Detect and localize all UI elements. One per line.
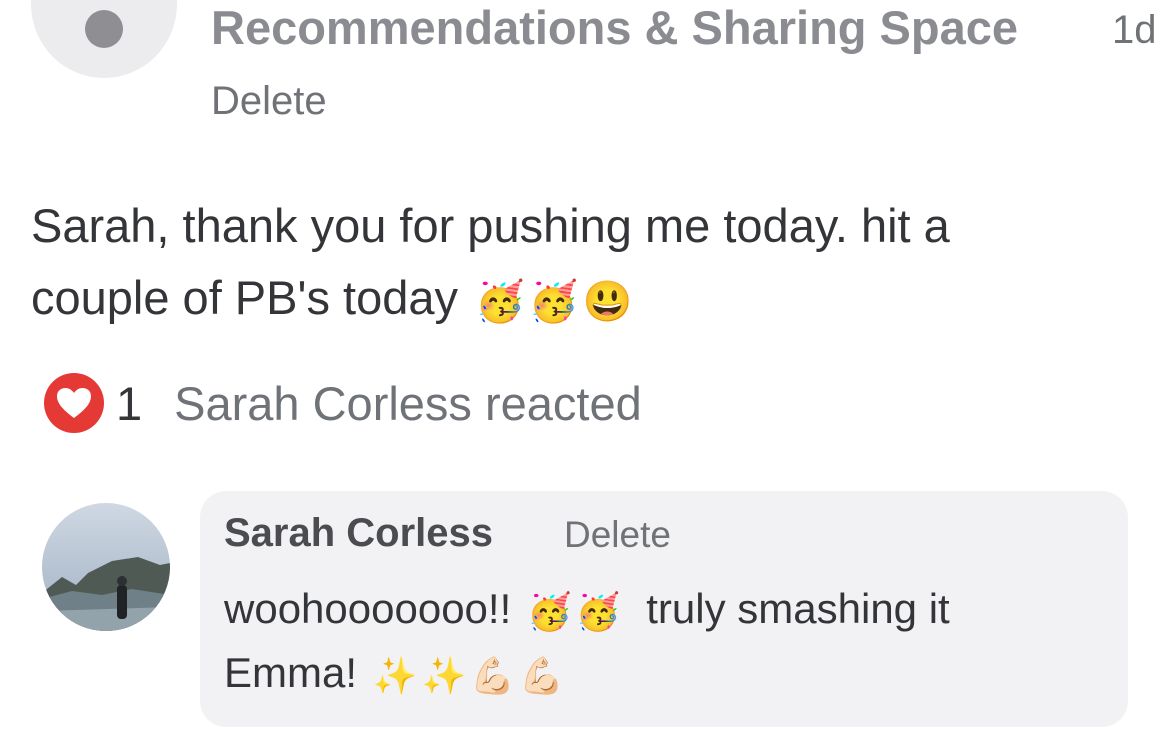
post-timestamp: 1d: [1112, 8, 1157, 52]
space-avatar[interactable]: [31, 0, 177, 78]
heart-icon: [57, 388, 91, 418]
post-text: Sarah, thank you for pushing me today. h…: [31, 190, 1131, 334]
partying-face-emoji: 🥳: [526, 590, 572, 632]
commenter-avatar[interactable]: [42, 503, 170, 631]
person-icon: [85, 10, 123, 48]
delete-post-button[interactable]: Delete: [211, 77, 327, 125]
grinning-face-emoji: 😃: [582, 279, 633, 324]
reaction-count: 1: [116, 376, 143, 430]
sparkles-emoji: ✨: [421, 654, 467, 696]
reaction-summary[interactable]: Sarah Corless reacted: [174, 376, 642, 431]
post-text-line: couple of PB's today 🥳 🥳 😃: [31, 262, 1131, 334]
comment-bubble: Sarah Corless Delete woohooooooo!! 🥳 🥳 tr…: [200, 491, 1128, 727]
partying-face-emoji: 🥳: [528, 279, 579, 324]
comment-text: woohooooooo!! 🥳 🥳 truly smashing it Emma!…: [224, 577, 1104, 705]
partying-face-emoji: 🥳: [575, 590, 621, 632]
post-text-segment: couple of PB's today: [31, 271, 459, 324]
flexed-biceps-emoji: 💪🏻: [519, 654, 564, 696]
comment-text-segment: woohooooooo!!: [224, 585, 512, 632]
comment-text-line: Emma! ✨ ✨ 💪🏻 💪🏻: [224, 641, 1104, 705]
post-text-line: Sarah, thank you for pushing me today. h…: [31, 199, 950, 252]
comment-text-line: woohooooooo!! 🥳 🥳 truly smashing it: [224, 577, 1104, 641]
comment-text-segment: truly smashing it: [646, 585, 950, 632]
flexed-biceps-emoji: 💪🏻: [470, 654, 516, 696]
comment-text-segment: Emma!: [224, 649, 358, 696]
delete-comment-button[interactable]: Delete: [564, 511, 671, 559]
reactions-bar[interactable]: 1 Sarah Corless reacted: [44, 372, 642, 434]
partying-face-emoji: 🥳: [475, 279, 525, 324]
heart-reaction-button[interactable]: [44, 373, 104, 433]
space-title[interactable]: Recommendations & Sharing Space: [211, 0, 1018, 56]
sparkles-emoji: ✨: [372, 654, 418, 696]
comment-author[interactable]: Sarah Corless: [224, 509, 493, 557]
post-thread: Recommendations & Sharing Space 1d Delet…: [0, 0, 1170, 737]
avatar-photo: [42, 503, 170, 631]
